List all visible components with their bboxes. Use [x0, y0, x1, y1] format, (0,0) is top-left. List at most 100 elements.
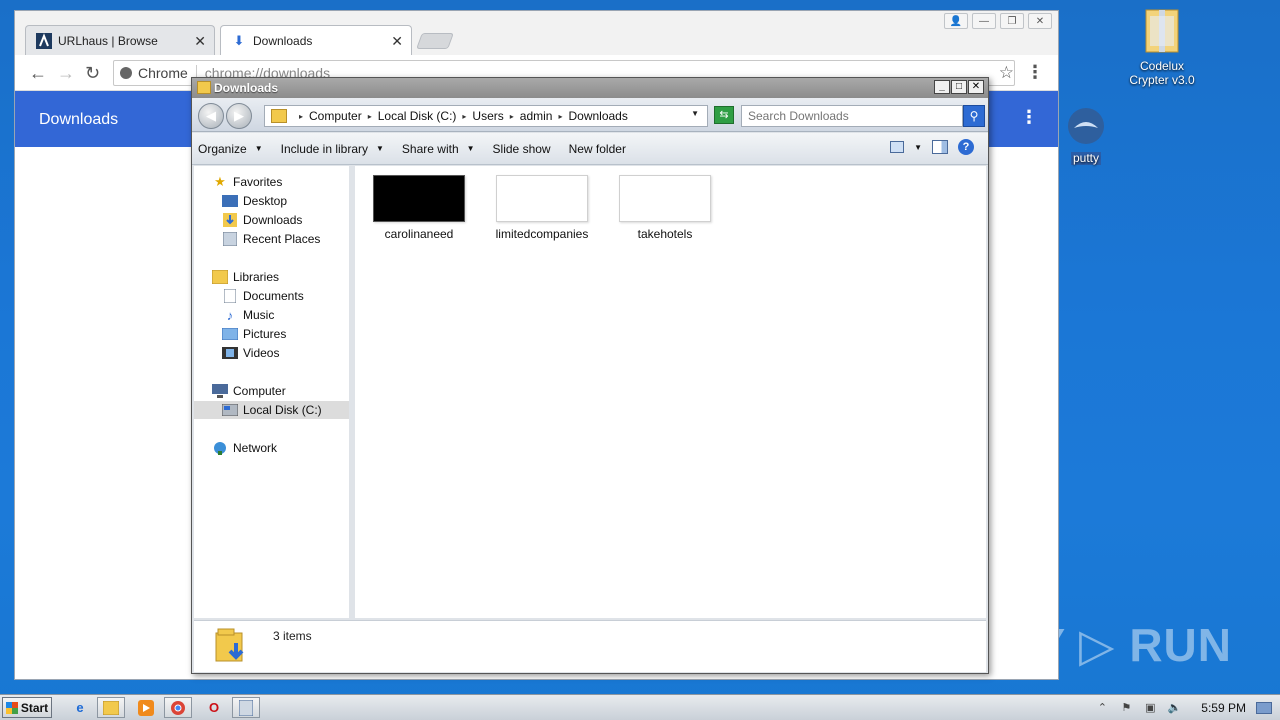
file-thumbnail	[373, 175, 465, 222]
slide-show-button[interactable]: Slide show	[493, 142, 551, 156]
nav-item-network[interactable]: Network	[212, 439, 277, 457]
start-button[interactable]: Start	[2, 697, 52, 718]
window-controls: 👤 — ❐ ✕	[944, 13, 1052, 29]
nav-item-libraries[interactable]: Libraries	[212, 268, 279, 286]
minimize-button[interactable]: —	[972, 13, 996, 29]
more-options-icon[interactable]: ⋮	[1020, 107, 1038, 128]
chevron-down-icon: ▼	[254, 144, 263, 153]
command-bar: Organize ▼ Include in library ▼ Share with…	[192, 133, 988, 165]
system-tray: ⌃ ⚑ ▣ 🔈 5:59 PM	[1095, 695, 1280, 720]
change-view-icon[interactable]	[890, 141, 905, 153]
new-tab-button[interactable]	[416, 33, 454, 49]
breadcrumb[interactable]: ▸ Computer ▸ Local Disk (C:) ▸ Users ▸ admi…	[264, 105, 708, 127]
restore-button[interactable]: ❐	[1000, 13, 1024, 29]
explorer-titlebar[interactable]: Downloads _ □ ✕	[192, 78, 988, 98]
chrome-menu-icon[interactable]: ⋮	[1026, 62, 1044, 83]
nav-item-documents[interactable]: Documents	[222, 287, 304, 305]
close-icon[interactable]: ✕	[194, 33, 206, 50]
forward-arrow-icon[interactable]: →	[57, 63, 75, 84]
media-player-icon[interactable]	[132, 697, 160, 718]
share-with-menu[interactable]: Share with ▼	[402, 142, 475, 156]
show-hidden-icons-icon[interactable]: ⌃	[1095, 702, 1109, 714]
downloads-folder-icon	[215, 628, 244, 662]
chrome-logo-icon	[120, 67, 132, 79]
nav-item-desktop[interactable]: Desktop	[222, 192, 287, 210]
chevron-right-icon[interactable]: ▸	[558, 112, 562, 121]
chevron-down-icon: ▼	[376, 144, 384, 153]
close-icon[interactable]: ✕	[391, 33, 403, 50]
windows-logo-icon	[5, 701, 18, 714]
organize-menu[interactable]: Organize ▼	[198, 142, 263, 156]
breadcrumb-item[interactable]: Computer ▸	[309, 109, 378, 123]
minimize-button[interactable]: _	[934, 80, 950, 94]
folder-zip-icon	[1145, 9, 1179, 53]
profile-icon[interactable]: 👤	[944, 13, 968, 29]
file-item[interactable]: takehotels	[610, 175, 720, 241]
chevron-down-icon[interactable]: ▼	[691, 109, 699, 118]
file-thumbnail	[619, 175, 711, 222]
taskbar: Start e O ⌃ ⚑ ▣ 🔈 5:59 PM	[0, 694, 1280, 720]
tab-downloads[interactable]: ⬇ Downloads ✕	[220, 25, 412, 55]
nav-item-pictures[interactable]: Pictures	[222, 325, 286, 343]
nav-item-music[interactable]: ♪ Music	[222, 306, 275, 324]
nav-item-recent-places[interactable]: Recent Places	[222, 230, 320, 248]
close-button[interactable]: ✕	[1028, 13, 1052, 29]
file-explorer-icon[interactable]	[97, 697, 125, 718]
chevron-right-icon[interactable]: ▸	[510, 112, 514, 121]
breadcrumb-item[interactable]: Local Disk (C:) ▸	[378, 109, 473, 123]
desktop-icon-label: putty	[1070, 151, 1101, 165]
show-desktop-icon[interactable]	[1256, 701, 1272, 714]
chrome-icon[interactable]	[164, 697, 192, 718]
breadcrumb-item[interactable]: admin ▸	[520, 109, 569, 123]
preview-pane-icon[interactable]	[932, 140, 948, 154]
refresh-icon[interactable]: ⇆	[714, 106, 734, 124]
reload-icon[interactable]: ↻	[85, 63, 100, 84]
chevron-down-icon[interactable]: ▼	[914, 143, 922, 152]
tab-title: URLhaus | Browse	[58, 33, 158, 48]
computer-icon	[212, 384, 228, 398]
search-icon[interactable]: ⚲	[963, 105, 985, 127]
close-button[interactable]: ✕	[968, 80, 984, 94]
nav-item-local-disk[interactable]: Local Disk (C:)	[194, 401, 349, 419]
breadcrumb-item[interactable]: Users ▸	[472, 109, 519, 123]
tab-urlhaus[interactable]: URLhaus | Browse ✕	[25, 25, 215, 55]
chevron-right-icon[interactable]: ▸	[368, 112, 372, 121]
search-input[interactable]	[741, 105, 963, 127]
desktop-icon	[222, 194, 238, 208]
back-button[interactable]: ◀	[198, 103, 224, 129]
window-controls: _ □ ✕	[934, 80, 984, 94]
internet-explorer-icon[interactable]: e	[66, 697, 94, 718]
opera-icon[interactable]: O	[200, 697, 228, 718]
forward-button[interactable]: ▶	[226, 103, 252, 129]
file-item[interactable]: carolinaneed	[364, 175, 474, 241]
explorer-window: Downloads _ □ ✕ ◀ ▶ ▸ Computer ▸ Local Di…	[191, 77, 989, 674]
desktop-icon-codelux[interactable]: Codelux Crypter v3.0	[1122, 6, 1202, 87]
include-in-library-menu[interactable]: Include in library ▼	[281, 142, 384, 156]
omnibox-scheme-label: Chrome	[138, 65, 188, 81]
folder-icon	[197, 81, 211, 94]
chevron-right-icon[interactable]: ▸	[462, 112, 466, 121]
setup-app-icon[interactable]	[232, 697, 260, 718]
desktop-icon-label: Crypter v3.0	[1129, 73, 1195, 87]
new-folder-button[interactable]: New folder	[569, 142, 626, 156]
file-item[interactable]: limitedcompanies	[487, 175, 597, 241]
help-icon[interactable]: ?	[958, 139, 974, 155]
nav-item-computer[interactable]: Computer	[212, 382, 286, 400]
clock[interactable]: 5:59 PM	[1201, 701, 1246, 715]
nav-item-videos[interactable]: Videos	[222, 344, 279, 362]
volume-icon[interactable]: 🔈	[1167, 702, 1181, 714]
star-icon: ★	[214, 174, 226, 189]
chevron-right-icon[interactable]: ▸	[299, 112, 303, 121]
nav-item-downloads[interactable]: Downloads	[222, 211, 302, 229]
network-icon	[212, 441, 228, 455]
maximize-button[interactable]: □	[951, 80, 967, 94]
file-name: takehotels	[637, 227, 693, 241]
breadcrumb-item[interactable]: Downloads	[568, 109, 627, 123]
page-title: Downloads	[39, 111, 119, 128]
bookmark-star-icon[interactable]: ☆	[999, 63, 1014, 83]
nav-item-favorites[interactable]: ★ Favorites	[212, 173, 282, 191]
network-status-icon[interactable]: ▣	[1143, 702, 1157, 714]
action-center-flag-icon[interactable]: ⚑	[1119, 702, 1133, 714]
file-name: carolinaneed	[384, 227, 454, 241]
back-arrow-icon[interactable]: ←	[29, 63, 47, 84]
